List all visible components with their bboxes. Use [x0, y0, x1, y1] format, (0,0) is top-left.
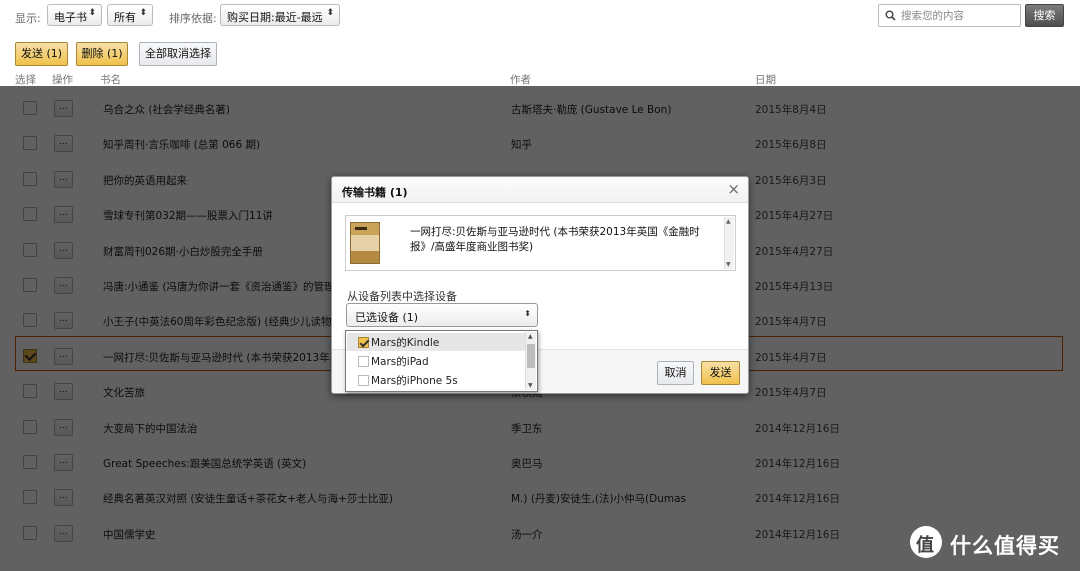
filter-value: 所有: [114, 11, 136, 24]
device-name: Mars的iPhone 5s: [371, 375, 458, 387]
search-field[interactable]: [878, 4, 1021, 27]
dialog-send-button[interactable]: 发送: [701, 361, 740, 385]
column-author[interactable]: 作者: [510, 72, 531, 87]
device-checkbox[interactable]: [358, 375, 369, 386]
scroll-up-icon[interactable]: ▲: [528, 333, 533, 340]
scroll-down-icon[interactable]: ▼: [528, 382, 533, 389]
book-cover-image: [350, 222, 380, 264]
search-input[interactable]: [901, 8, 1016, 23]
sort-select[interactable]: 购买日期:最近-最远 ⬍: [220, 4, 340, 26]
deselect-all-button[interactable]: 全部取消选择: [139, 42, 217, 66]
book-scrollbar[interactable]: ▲ ▼: [724, 217, 734, 269]
dropdown-scrollbar[interactable]: ▲ ▼: [525, 332, 536, 390]
device-option[interactable]: Mars的Kindle: [347, 333, 525, 351]
filter-select[interactable]: 所有 ⬍: [107, 4, 153, 26]
send-button[interactable]: 发送 (1): [15, 42, 68, 66]
device-checkbox[interactable]: [358, 356, 369, 367]
device-list-label: 从设备列表中选择设备: [347, 290, 457, 303]
scroll-up-icon[interactable]: ▲: [726, 218, 731, 225]
watermark-text: 什么值得买: [950, 534, 1060, 558]
toolbar: 显示: 电子书 ⬍ 所有 ⬍ 排序依据: 购买日期:最近-最远 ⬍ 搜索 发送 …: [0, 0, 1080, 86]
logo-icon: [910, 526, 942, 558]
book-title: 一网打尽:贝佐斯与亚马逊时代 (本书荣获2013年英国《金融时报》/高盛年度商业…: [410, 226, 700, 253]
dialog-title: 传输书籍 (1): [342, 186, 408, 199]
dialog-header: 传输书籍 (1) ×: [332, 177, 748, 203]
column-title[interactable]: 书名: [100, 72, 121, 87]
watermark-logo: 什么值得买: [910, 524, 1070, 562]
delete-button[interactable]: 删除 (1): [76, 42, 128, 66]
device-option[interactable]: Mars的iPad: [347, 352, 525, 370]
scroll-thumb[interactable]: [527, 344, 535, 368]
select-arrows-icon: ⬍: [139, 8, 147, 18]
book-summary: 一网打尽:贝佐斯与亚马逊时代 (本书荣获2013年英国《金融时报》/高盛年度商业…: [345, 215, 736, 271]
content-type-select[interactable]: 电子书 ⬍: [47, 4, 102, 26]
content-type-value: 电子书: [54, 11, 87, 24]
show-label: 显示:: [15, 12, 41, 25]
device-dropdown: ▲ ▼ Mars的Kindle Mars的iPad Mars的iPhone 5s: [345, 330, 538, 392]
column-date[interactable]: 日期: [755, 72, 776, 87]
device-option[interactable]: Mars的iPhone 5s: [347, 371, 525, 389]
device-select[interactable]: 已选设备 (1) ⬍: [346, 303, 538, 327]
device-name: Mars的Kindle: [371, 337, 440, 349]
scroll-down-icon[interactable]: ▼: [726, 261, 731, 268]
select-arrows-icon: ⬍: [326, 8, 334, 18]
select-arrows-icon: ⬍: [524, 309, 531, 318]
sort-label: 排序依据:: [169, 12, 217, 25]
sort-value: 购买日期:最近-最远: [227, 11, 323, 24]
device-name: Mars的iPad: [371, 356, 429, 368]
device-select-value: 已选设备 (1): [355, 311, 419, 324]
column-actions: 操作: [52, 74, 73, 86]
close-icon[interactable]: ×: [727, 180, 740, 198]
column-select: 选择: [15, 74, 36, 86]
search-icon: [885, 10, 896, 21]
select-arrows-icon: ⬍: [88, 8, 96, 18]
search-button[interactable]: 搜索: [1025, 4, 1064, 27]
device-checkbox[interactable]: [358, 337, 369, 348]
cancel-button[interactable]: 取消: [657, 361, 694, 385]
